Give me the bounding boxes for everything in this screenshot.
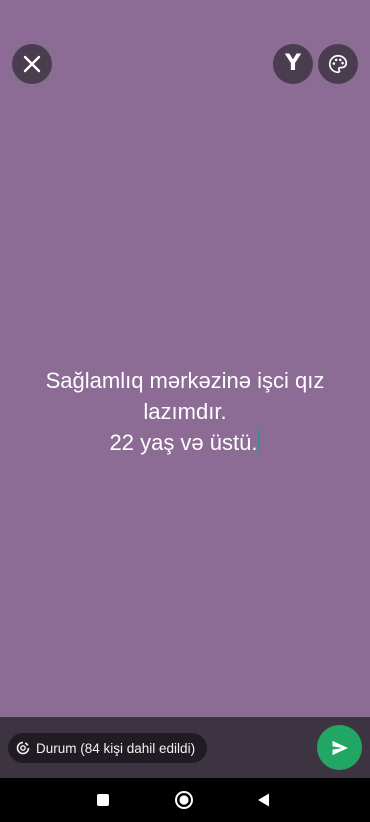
close-button[interactable] (12, 44, 52, 84)
palette-icon (329, 54, 348, 74)
close-icon (23, 55, 41, 73)
status-text-input[interactable]: Sağlamlıq mərkəzinə işci qız lazımdır. 2… (20, 365, 350, 458)
home-button[interactable] (172, 788, 196, 812)
status-text-line: lazımdır. (143, 399, 227, 424)
audience-selector[interactable]: Durum (84 kişi dahil edildi) (8, 733, 208, 763)
font-style-button[interactable]: Y (273, 44, 313, 84)
composer-bar: Durum (84 kişi dahil edildi) (0, 717, 370, 778)
back-button[interactable] (252, 788, 276, 812)
font-style-label: Y (285, 51, 301, 76)
status-text-line-last: 22 yaş və üstü. (20, 427, 350, 458)
home-circle-icon (175, 791, 193, 809)
text-cursor (258, 430, 261, 454)
back-triangle-icon (258, 793, 269, 807)
system-navigation-bar (0, 778, 370, 822)
send-icon (332, 740, 348, 755)
send-button[interactable] (317, 725, 362, 770)
status-text-line: Sağlamlıq mərkəzinə işci qız (45, 368, 325, 393)
recents-button[interactable] (91, 788, 115, 812)
status-text-canvas[interactable] (0, 0, 370, 717)
status-composer-screen: Y Sağlamlıq mərkəzinə işci qız lazımdır.… (0, 0, 370, 822)
background-color-button[interactable] (318, 44, 358, 84)
status-text-line: 22 yaş və üstü. (109, 430, 258, 455)
status-ring-icon (16, 741, 30, 755)
recents-square-icon (97, 794, 109, 806)
audience-label: Durum (84 kişi dahil edildi) (36, 740, 196, 756)
